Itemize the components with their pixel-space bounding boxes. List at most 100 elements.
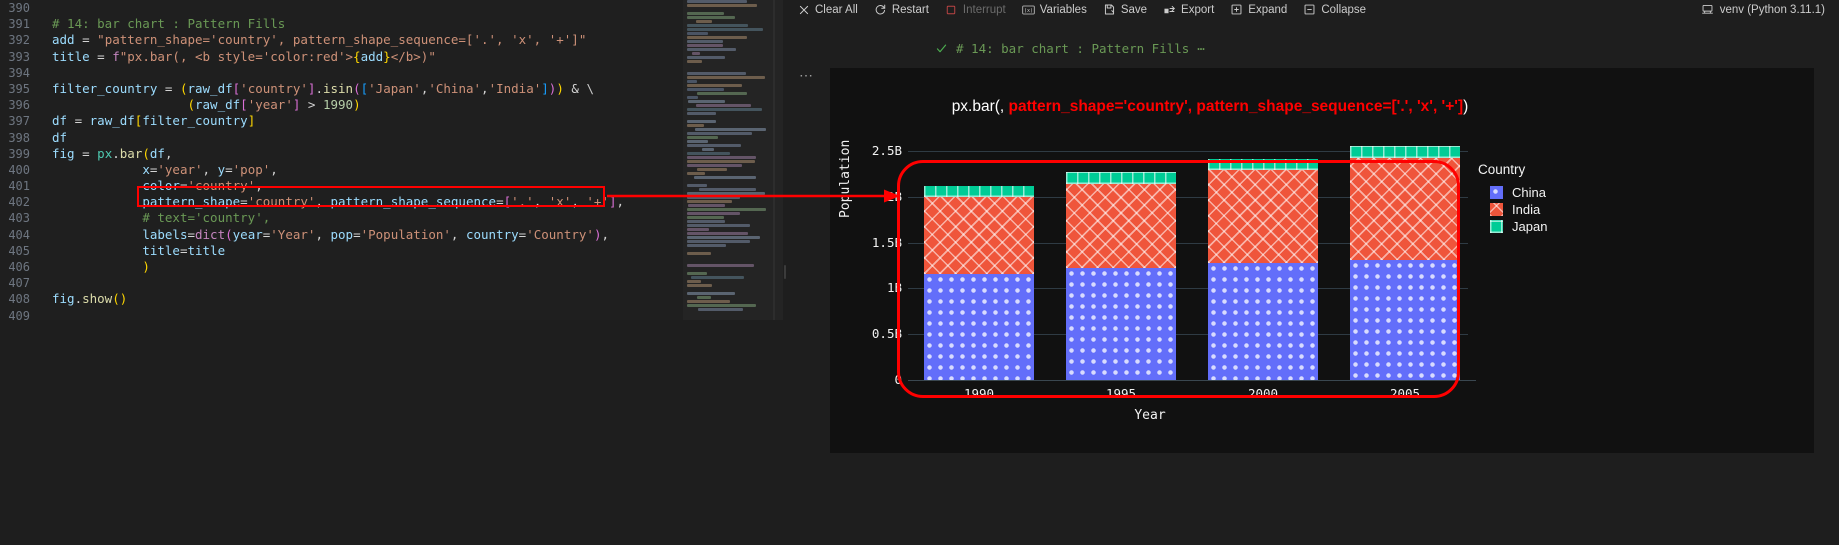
code-line[interactable]: 394 <box>0 65 683 81</box>
kernel-label: venv (Python 3.11.1) <box>1719 3 1825 16</box>
code-line[interactable]: 393 title = f"px.bar(, <b style='color:re… <box>0 49 683 65</box>
cell-execution-status: # 14: bar chart : Pattern Fills ⋯ <box>935 41 1206 56</box>
code-line[interactable]: 406 ) <box>0 259 683 275</box>
line-number: 404 <box>8 227 30 242</box>
code-line[interactable]: 407 <box>0 275 683 291</box>
toolbar-button-variables[interactable]: (x) Variables <box>1014 0 1095 19</box>
line-text <box>40 275 52 291</box>
toolbar-button-label: Interrupt <box>962 3 1006 16</box>
vscode-notebook-window: 390 391 # 14: bar chart : Pattern Fills 392… <box>0 0 1839 545</box>
stop-square-icon <box>945 3 958 16</box>
toolbar-button-label: Restart <box>891 3 929 16</box>
chart-title-tail: ) <box>1463 98 1469 115</box>
toolbar-button-collapse[interactable]: Collapse <box>1295 0 1374 19</box>
line-text <box>40 65 52 81</box>
toolbar-button-label: Clear All <box>815 3 858 16</box>
code-line[interactable]: 409 <box>0 308 683 320</box>
legend-item-japan[interactable]: Japan <box>1490 218 1638 235</box>
notebook-toolbar: Clear All Restart Interrupt (x) Variables Sav… <box>789 0 1839 19</box>
collapse-icon <box>1303 3 1316 16</box>
line-number: 393 <box>8 49 30 64</box>
code-editor[interactable]: 390 391 # 14: bar chart : Pattern Fills 392… <box>0 0 683 320</box>
code-line[interactable]: 408 fig.show() <box>0 291 683 307</box>
legend-title: Country <box>1478 162 1526 177</box>
code-line[interactable]: 403 # text='country', <box>0 210 683 226</box>
chart-title-plain: px.bar(, <box>951 98 1009 115</box>
toolbar-button-expand[interactable]: Expand <box>1222 0 1295 19</box>
check-icon <box>935 42 948 55</box>
line-number: 401 <box>8 179 30 194</box>
minimap-gutter <box>773 0 775 320</box>
cell-overflow-icon[interactable]: ⋯ <box>1197 41 1206 56</box>
code-line[interactable]: 395 filter_country = (raw_df['country'].i… <box>0 81 683 97</box>
line-number: 406 <box>8 260 30 274</box>
line-text: fig.show() <box>52 291 128 307</box>
line-text: df = raw_df[filter_country] <box>52 113 256 129</box>
legend-swatch-india <box>1490 203 1503 216</box>
line-text: add = "pattern_shape='country', pattern_… <box>52 32 587 48</box>
toolbar-button-export[interactable]: Export <box>1155 0 1222 19</box>
annotation-chart-oval <box>897 160 1460 398</box>
line-number: 397 <box>8 114 30 129</box>
restart-icon <box>874 3 887 16</box>
line-number: 402 <box>8 195 30 210</box>
code-line[interactable]: 405 title=title <box>0 243 683 259</box>
panel-splitter-grip[interactable] <box>784 265 786 279</box>
line-text: fig = px.bar(df, <box>52 145 173 161</box>
bar-segment-japan[interactable] <box>1349 146 1461 159</box>
toolbar-button-label: Variables <box>1039 3 1087 16</box>
code-line[interactable]: 392 add = "pattern_shape='country', patte… <box>0 32 683 48</box>
line-text: labels=dict(year='Year', pop='Population… <box>142 226 609 242</box>
line-text: # 14: bar chart : Pattern Fills <box>52 16 286 32</box>
y-tick-label: 2.5B <box>871 142 902 158</box>
x-axis-label: Year <box>1134 408 1166 423</box>
code-line[interactable]: 399 fig = px.bar(df, <box>0 146 683 162</box>
code-line[interactable]: 391 # 14: bar chart : Pattern Fills <box>0 16 683 32</box>
line-number: 403 <box>8 211 30 226</box>
code-line[interactable]: 390 <box>0 0 683 16</box>
line-number: 398 <box>8 130 30 145</box>
legend-swatch-china <box>1490 186 1503 199</box>
line-text: filter_country = (raw_df['country'].isin… <box>52 80 594 96</box>
minimap-slider[interactable] <box>683 0 783 320</box>
legend-label: China <box>1512 185 1546 200</box>
chart-title-highlight: pattern_shape='country', pattern_shape_s… <box>1008 98 1464 115</box>
legend-item-india[interactable]: India <box>1490 201 1638 218</box>
toolbar-button-restart[interactable]: Restart <box>866 0 937 19</box>
line-number: 408 <box>8 292 30 307</box>
expand-icon <box>1230 3 1243 16</box>
kernel-icon <box>1701 3 1714 16</box>
y-tick-label: 0 <box>894 372 902 387</box>
line-number: 395 <box>8 81 30 96</box>
line-text: x='year', y='pop', <box>142 161 278 177</box>
code-line[interactable]: 404 labels=dict(year='Year', pop='Popula… <box>0 227 683 243</box>
code-line[interactable]: 396 (raw_df['year'] > 1990) <box>0 97 683 113</box>
line-number: 394 <box>8 65 30 80</box>
y-axis-ticks: 2.5B 2B 1.5B 1B 0.5B 0 <box>842 68 902 453</box>
chart-title: px.bar(, pattern_shape='country', patter… <box>830 98 1590 116</box>
toolbar-button-save[interactable]: Save <box>1095 0 1155 19</box>
kernel-selector[interactable]: venv (Python 3.11.1) <box>1701 3 1839 16</box>
line-text: # text='country', <box>142 210 271 226</box>
editor-empty-area <box>0 320 783 545</box>
toolbar-button-clear-all[interactable]: Clear All <box>789 0 866 19</box>
toolbar-button-label: Export <box>1181 3 1215 16</box>
y-tick-label: 0.5B <box>871 326 902 342</box>
toolbar-button-label: Expand <box>1248 3 1288 16</box>
code-line[interactable]: 398 df <box>0 130 683 146</box>
line-text: (raw_df['year'] > 1990) <box>187 97 361 113</box>
code-line[interactable]: 397 df = raw_df[filter_country] <box>0 113 683 129</box>
cell-gutter-more-icon[interactable]: ⋯ <box>799 68 819 84</box>
chart-legend[interactable]: Country China India Japan <box>1478 162 1638 235</box>
line-number: 391 <box>8 17 30 32</box>
cell-status-label: # 14: bar chart : Pattern Fills <box>956 41 1190 56</box>
legend-item-china[interactable]: China <box>1490 184 1638 201</box>
line-number: 390 <box>8 1 30 15</box>
toolbar-button-label: Save <box>1120 3 1148 16</box>
line-text: ) <box>142 259 150 274</box>
close-icon <box>797 3 810 16</box>
editor-minimap[interactable] <box>683 0 783 320</box>
y-tick-label: 2B <box>886 188 902 204</box>
legend-label: Japan <box>1512 219 1548 234</box>
code-line[interactable]: 400 x='year', y='pop', <box>0 162 683 178</box>
